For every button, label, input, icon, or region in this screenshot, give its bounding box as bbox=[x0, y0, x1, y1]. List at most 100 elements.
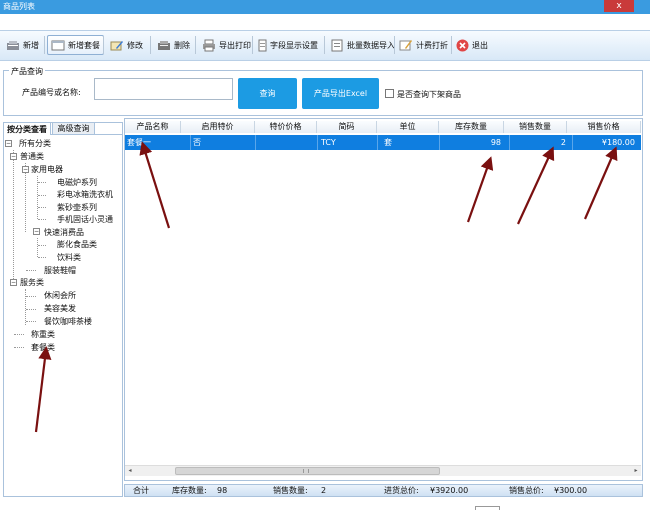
discount-icon bbox=[399, 39, 413, 52]
tree-collapse-toggle[interactable]: − bbox=[10, 153, 17, 160]
cell-sales-qty: 2 bbox=[560, 138, 566, 147]
field-settings-icon bbox=[258, 39, 267, 52]
footer-stock-label: 库存数量: bbox=[172, 486, 207, 495]
footer-total-label: 合计 bbox=[133, 486, 149, 495]
exit-button[interactable]: 退出 bbox=[453, 35, 491, 55]
tree-collapse-toggle[interactable]: − bbox=[22, 166, 29, 173]
column-header-sales-qty[interactable]: 销售数量 bbox=[504, 121, 567, 133]
batch-import-label: 批量数据导入 bbox=[347, 40, 395, 50]
cell-divider bbox=[255, 135, 256, 150]
discount-button-label: 计费打折 bbox=[416, 40, 448, 50]
tree-node-service[interactable]: 服务类 bbox=[20, 278, 44, 288]
edit-icon bbox=[110, 39, 124, 52]
export-print-button[interactable]: 导出打印 bbox=[199, 35, 254, 55]
tree-node-appliance[interactable]: 家用电器 bbox=[31, 165, 63, 175]
delete-button[interactable]: 删除 bbox=[154, 35, 193, 55]
batch-import-icon bbox=[330, 39, 344, 52]
tree-node-weighing[interactable]: 称重类 bbox=[31, 330, 55, 340]
toolbar-separator bbox=[252, 36, 253, 54]
tree-node-tv-fridge[interactable]: 彩电冰箱洗衣机 bbox=[57, 190, 113, 200]
toolbar-separator bbox=[451, 36, 452, 54]
cell-divider bbox=[190, 135, 191, 150]
column-header-special-price[interactable]: 特价价格 bbox=[255, 121, 317, 133]
scroll-left-icon[interactable]: ◂ bbox=[126, 466, 134, 475]
tree-node-drinks[interactable]: 饮料类 bbox=[57, 253, 81, 263]
column-header-sales-price[interactable]: 销售价格 bbox=[567, 121, 641, 133]
tree-guide bbox=[38, 182, 46, 183]
tree-collapse-toggle[interactable]: − bbox=[33, 228, 40, 235]
tree-guide bbox=[26, 321, 36, 322]
tree-collapse-toggle[interactable]: − bbox=[5, 140, 12, 147]
footer-sales-value: 2 bbox=[321, 486, 327, 495]
column-header-short-code[interactable]: 简码 bbox=[317, 121, 377, 133]
toolbar-separator bbox=[103, 36, 104, 54]
tree-guide bbox=[38, 207, 46, 208]
tree-node-leisure[interactable]: 休闲会所 bbox=[44, 291, 76, 301]
footer-purchase-label: 进货总价: bbox=[384, 486, 419, 495]
field-settings-button[interactable]: 字段显示设置 bbox=[255, 35, 321, 55]
tree-guide bbox=[26, 296, 36, 297]
tree-guide bbox=[25, 163, 26, 232]
tree-guide bbox=[26, 309, 36, 310]
cell-special-enabled: 否 bbox=[193, 138, 201, 147]
code-or-name-label: 产品编号或名称: bbox=[22, 88, 81, 97]
column-header-unit[interactable]: 单位 bbox=[377, 121, 439, 133]
add-package-button[interactable]: 新增套餐 bbox=[47, 35, 104, 55]
export-excel-button[interactable]: 产品导出Excel bbox=[302, 78, 379, 109]
toolbar-separator bbox=[44, 36, 45, 54]
delete-icon bbox=[157, 39, 171, 52]
tree-guide bbox=[38, 245, 46, 246]
add-icon bbox=[6, 39, 20, 52]
discount-button[interactable]: 计费打折 bbox=[396, 35, 451, 55]
cell-name: 套餐一 bbox=[127, 138, 151, 147]
tree-guide bbox=[38, 195, 46, 196]
tree-guide bbox=[14, 347, 24, 348]
cell-unit: 套 bbox=[384, 138, 392, 147]
product-grid bbox=[124, 118, 643, 481]
tree-node-snacks[interactable]: 膨化食品类 bbox=[57, 240, 97, 250]
tree-node-phone[interactable]: 手机固话小灵通 bbox=[57, 215, 113, 225]
toolbar-separator bbox=[195, 36, 196, 54]
column-header-stock[interactable]: 库存数量 bbox=[439, 121, 504, 133]
title-bar bbox=[0, 0, 650, 14]
tree-guide bbox=[38, 219, 46, 220]
close-button[interactable]: x bbox=[604, 0, 634, 12]
title-bar-end bbox=[634, 0, 650, 12]
column-header-name[interactable]: 产品名称 bbox=[125, 121, 181, 133]
column-header-special-enabled[interactable]: 启用特价 bbox=[181, 121, 255, 133]
offshelf-label: 是否查询下架商品 bbox=[397, 90, 461, 99]
package-add-icon bbox=[51, 39, 65, 52]
query-group-legend: 产品查询 bbox=[9, 66, 45, 77]
toolbar-separator bbox=[150, 36, 151, 54]
tree-node-fmcg[interactable]: 快速消费品 bbox=[44, 228, 84, 238]
add-button[interactable]: 新增 bbox=[3, 35, 42, 55]
toolbar-separator bbox=[394, 36, 395, 54]
add-button-label: 新增 bbox=[23, 40, 39, 50]
edit-button[interactable]: 修改 bbox=[107, 35, 146, 55]
tree-node-package[interactable]: 套餐类 bbox=[31, 343, 55, 353]
bottom-control bbox=[475, 506, 500, 510]
tree-node-teapot[interactable]: 紫砂壶系列 bbox=[57, 203, 97, 213]
tree-node-clothing[interactable]: 服装鞋帽 bbox=[44, 266, 76, 276]
add-package-label: 新增套餐 bbox=[68, 40, 100, 50]
tree-collapse-toggle[interactable]: − bbox=[10, 279, 17, 286]
toolbar-separator bbox=[324, 36, 325, 54]
field-settings-label: 字段显示设置 bbox=[270, 40, 318, 50]
offshelf-checkbox[interactable] bbox=[385, 89, 394, 98]
query-button[interactable]: 查询 bbox=[238, 78, 297, 109]
exit-icon bbox=[456, 39, 469, 52]
cell-sales-price: ¥180.00 bbox=[601, 138, 635, 147]
tree-node-normal[interactable]: 普通类 bbox=[20, 152, 44, 162]
tree-node-all[interactable]: 所有分类 bbox=[19, 139, 51, 149]
printer-icon bbox=[202, 39, 216, 52]
tree-node-induction[interactable]: 电磁炉系列 bbox=[57, 178, 97, 188]
scroll-right-icon[interactable]: ▸ bbox=[632, 466, 640, 475]
code-or-name-input[interactable] bbox=[94, 78, 233, 100]
tree-node-beauty[interactable]: 美容美发 bbox=[44, 304, 76, 314]
footer-purchase-value: ¥3920.00 bbox=[430, 486, 469, 495]
footer-sales-label: 销售数量: bbox=[273, 486, 308, 495]
tree-node-catering[interactable]: 餐饮咖啡茶楼 bbox=[44, 317, 92, 327]
cell-divider bbox=[377, 135, 378, 150]
tree-guide bbox=[14, 334, 24, 335]
batch-import-button[interactable]: 批量数据导入 bbox=[327, 35, 398, 55]
